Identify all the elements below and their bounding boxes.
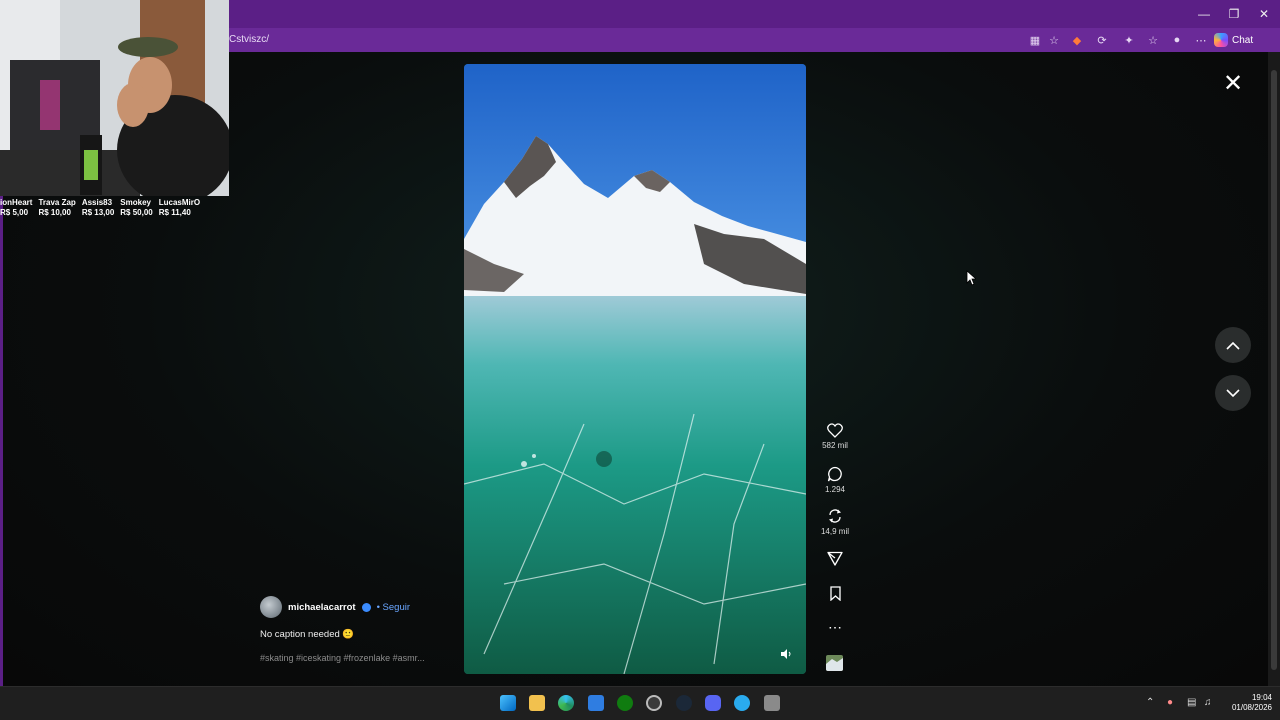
donation-amount: R$ 50,00 (120, 208, 153, 217)
verified-badge-icon (361, 602, 371, 612)
chat-label: Chat (1232, 34, 1254, 46)
network-icon[interactable]: ▤ (1187, 697, 1196, 708)
donor-name: Trava Zap (38, 198, 76, 207)
chevron-up-icon (1226, 341, 1240, 350)
donation-item: Trava Zap R$ 10,00 (38, 198, 75, 222)
more-options-button[interactable]: ⋯ (816, 620, 854, 634)
donation-item: Assis83 R$ 13,00 (82, 198, 114, 222)
start-icon[interactable] (500, 695, 516, 711)
clock-time: 19:04 (1251, 693, 1272, 702)
repost-icon (829, 509, 841, 523)
post-caption: No caption needed 🙂 (260, 629, 355, 640)
donation-item: LucasMirO R$ 11,40 (159, 198, 200, 222)
share-button[interactable] (816, 551, 854, 566)
edge-browser-icon[interactable] (558, 695, 574, 711)
file-explorer-icon[interactable] (529, 695, 545, 711)
repost-button[interactable]: 14,9 mil (816, 508, 854, 536)
taskbar-clock[interactable]: 19:04 01/08/2026 (1222, 693, 1272, 713)
collections-icon[interactable]: ☆ (1144, 31, 1162, 49)
favorites-icon[interactable]: ✦ (1120, 31, 1138, 49)
webcam-feed-image (0, 0, 229, 196)
donation-amount: R$ 11,40 (158, 208, 191, 217)
comment-icon (827, 466, 842, 482)
clock-date: 01/08/2026 (1231, 703, 1272, 712)
minimize-icon[interactable]: — (1188, 0, 1220, 28)
donor-name: ionHeart (0, 198, 33, 207)
save-button[interactable] (816, 586, 854, 601)
app-icon[interactable] (764, 695, 780, 711)
comment-button[interactable]: 1.294 (816, 466, 854, 494)
windows-taskbar (0, 686, 1280, 720)
like-count: 582 mil (822, 441, 848, 450)
xbox-icon[interactable] (617, 695, 633, 711)
avatar[interactable] (260, 596, 282, 618)
donor-name: Smokey (120, 198, 151, 207)
bookmark-icon (829, 586, 841, 601)
obs-icon[interactable] (646, 695, 662, 711)
refresh-extension-icon[interactable]: ⟳ (1093, 31, 1111, 49)
like-button[interactable]: 582 mil (816, 423, 854, 450)
telegram-icon[interactable] (734, 695, 750, 711)
profile-icon[interactable]: ● (1168, 31, 1186, 49)
extension-icon[interactable]: ◆ (1068, 31, 1086, 49)
video-player[interactable] (464, 64, 806, 674)
discord-icon[interactable] (705, 695, 721, 711)
window-close-icon[interactable]: ✕ (1248, 0, 1280, 28)
webcam-overlay (0, 0, 229, 196)
video-frame-image (464, 64, 806, 674)
close-button[interactable]: ✕ (1220, 69, 1246, 97)
author-username[interactable]: michaelacarrot (288, 602, 356, 613)
donation-item: ionHeart R$ 5,00 (0, 198, 32, 222)
favorite-star-icon[interactable]: ☆ (1045, 31, 1063, 49)
follow-link[interactable]: • Seguir (377, 602, 410, 613)
chevron-down-icon (1226, 388, 1240, 397)
donation-item: Smokey R$ 50,00 (120, 198, 152, 222)
heart-icon (827, 423, 843, 438)
microphone-icon[interactable]: ● (1167, 697, 1173, 708)
mail-icon[interactable] (588, 695, 604, 711)
donation-amount: R$ 5,00 (0, 208, 29, 217)
donor-name: Assis83 (81, 198, 113, 207)
donor-name: LucasMirO (158, 198, 201, 207)
audio-thumbnail[interactable] (826, 655, 843, 671)
previous-video-button[interactable] (1215, 327, 1251, 363)
comment-count: 1.294 (824, 485, 846, 494)
url-text: Cstviszc/ (229, 34, 269, 45)
volume-icon[interactable] (780, 648, 792, 660)
restore-icon[interactable]: ❐ (1218, 0, 1250, 28)
mouse-cursor-icon (966, 270, 976, 286)
scrollbar-thumb[interactable] (1271, 70, 1277, 670)
post-author[interactable]: michaelacarrot • Seguir (260, 596, 410, 618)
apps-icon[interactable]: ▦ (1026, 31, 1044, 49)
steam-icon[interactable] (676, 695, 692, 711)
next-video-button[interactable] (1215, 375, 1251, 411)
share-icon (827, 551, 843, 566)
speaker-icon[interactable]: ♫ (1204, 697, 1212, 708)
tray-chevron-icon[interactable]: ⌃ (1146, 697, 1154, 708)
donation-amount: R$ 13,00 (81, 208, 115, 217)
post-hashtags[interactable]: #skating #iceskating #frozenlake #asmr..… (260, 653, 425, 663)
repost-count: 14,9 mil (820, 527, 849, 536)
browser-menu-icon[interactable]: ⋯ (1192, 31, 1210, 49)
audio-thumbnail-image (826, 655, 843, 671)
more-icon: ⋯ (828, 619, 842, 635)
chat-button[interactable]: Chat (1214, 30, 1264, 50)
donation-amount: R$ 10,00 (38, 208, 71, 217)
close-icon: ✕ (1222, 69, 1244, 97)
copilot-icon (1214, 33, 1228, 47)
donation-ticker: ionHeart R$ 5,00 Trava Zap R$ 10,00 Assi… (0, 198, 229, 222)
